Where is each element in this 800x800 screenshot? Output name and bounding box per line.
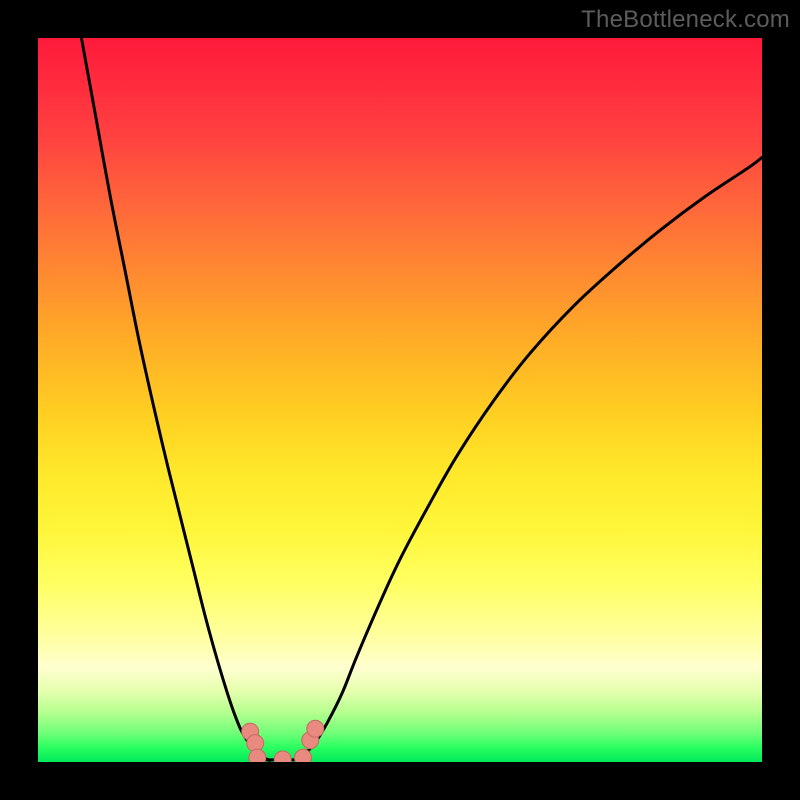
plot-area <box>38 38 762 762</box>
chart-svg <box>38 38 762 762</box>
marker-right-low <box>294 749 311 762</box>
watermark-text: TheBottleneck.com <box>581 6 790 34</box>
marker-mid-low <box>274 751 291 762</box>
marker-left-low <box>249 749 266 762</box>
chart-frame: TheBottleneck.com <box>0 0 800 800</box>
curve-left-curve <box>81 38 269 761</box>
curve-right-curve <box>299 157 762 760</box>
marker-right-extra <box>307 720 324 737</box>
